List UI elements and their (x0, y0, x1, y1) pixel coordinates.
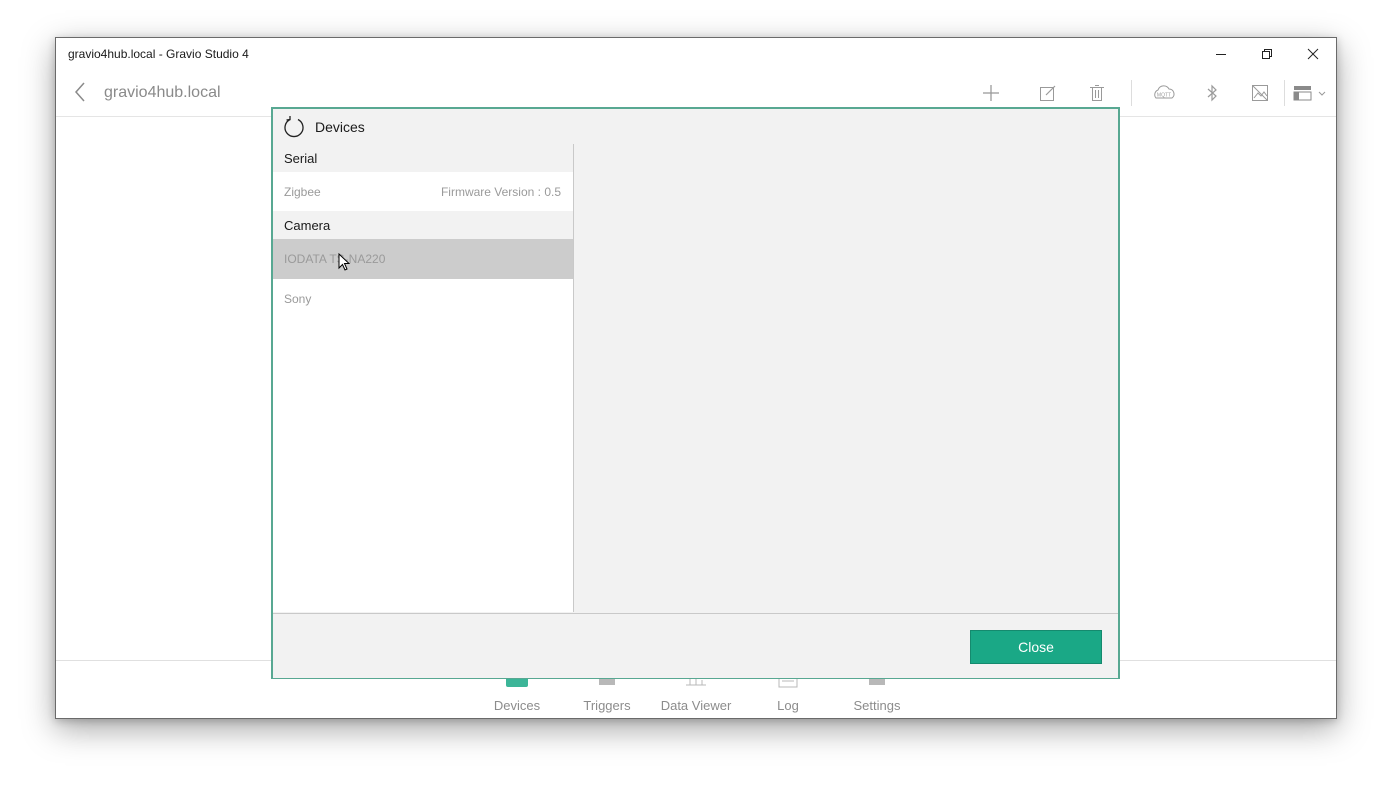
nav-label: Devices (493, 698, 541, 713)
svg-text:MQTT: MQTT (1157, 93, 1171, 99)
list-item-zigbee[interactable]: Zigbee Firmware Version : 0.5 (273, 172, 573, 212)
layout-icon[interactable] (1290, 80, 1330, 106)
dialog-header: Devices (273, 109, 1118, 145)
group-header-serial: Serial (273, 144, 573, 172)
title-bar: gravio4hub.local - Gravio Studio 4 (56, 38, 1336, 70)
toolbar-separator (1284, 80, 1285, 106)
image-off-icon[interactable] (1246, 80, 1274, 106)
nav-label: Triggers (583, 698, 631, 713)
mouse-cursor-icon (338, 253, 351, 271)
close-button[interactable]: Close (970, 630, 1102, 664)
nav-label: Log (777, 698, 799, 713)
dialog-title: Devices (315, 119, 365, 135)
back-arrow-icon[interactable] (70, 79, 90, 105)
list-item-sony[interactable]: Sony (273, 279, 573, 319)
restore-icon[interactable] (1244, 38, 1290, 70)
group-header-camera: Camera (273, 211, 573, 239)
device-list: Serial Zigbee Firmware Version : 0.5 Cam… (273, 144, 574, 612)
devices-dialog: Devices Serial Zigbee Firmware Version :… (271, 107, 1120, 679)
device-name: Zigbee (284, 185, 321, 199)
bluetooth-icon[interactable] (1198, 80, 1226, 106)
dialog-footer: Close (273, 613, 1118, 678)
add-icon[interactable] (977, 80, 1005, 106)
minimize-icon[interactable] (1198, 38, 1244, 70)
group-label: Camera (284, 218, 331, 233)
group-label: Serial (284, 151, 318, 166)
device-detail-pane (574, 144, 1118, 612)
delete-icon[interactable] (1083, 80, 1111, 106)
toolbar-separator (1131, 80, 1132, 106)
refresh-icon[interactable] (281, 114, 307, 140)
edit-icon[interactable] (1034, 80, 1062, 106)
window-title: gravio4hub.local - Gravio Studio 4 (68, 47, 249, 61)
nav-label: Settings (853, 698, 901, 713)
close-icon[interactable] (1290, 38, 1336, 70)
mqtt-icon[interactable]: MQTT (1150, 80, 1178, 106)
nav-label: Data Viewer (660, 698, 732, 713)
hub-name: gravio4hub.local (104, 84, 221, 101)
device-name: Sony (284, 292, 312, 306)
device-name: IODATA TS-NA220 (284, 252, 386, 266)
firmware-version: Firmware Version : 0.5 (440, 185, 561, 199)
list-item-iodata[interactable]: IODATA TS-NA220 (273, 239, 573, 279)
